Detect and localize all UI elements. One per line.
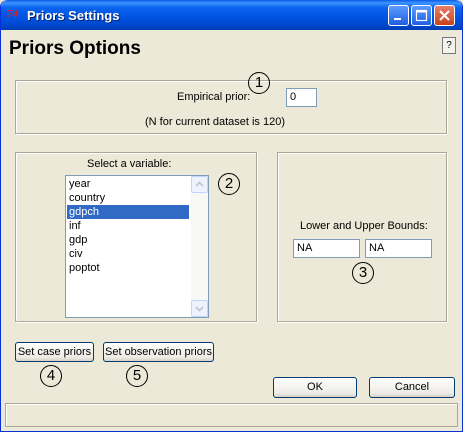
chevron-up-icon (195, 181, 204, 187)
upper-bound-input[interactable]: NA (365, 239, 432, 258)
close-icon (439, 10, 450, 21)
scroll-down-button[interactable] (191, 300, 208, 317)
list-item-selected[interactable]: gdpch (67, 205, 189, 219)
listbox-scrollbar[interactable] (191, 176, 208, 317)
callout-2: 2 (218, 173, 240, 195)
status-bar (5, 403, 458, 427)
bounds-group (277, 152, 447, 322)
empirical-prior-label: Empirical prior: (177, 91, 251, 103)
close-button[interactable] (434, 5, 455, 26)
variable-listbox[interactable]: year country gdpch inf gdp civ poptot (65, 175, 209, 318)
scroll-up-button[interactable] (191, 176, 208, 193)
window-title: Priors Settings (27, 8, 120, 23)
chevron-down-icon (195, 306, 204, 312)
minimize-icon (394, 18, 401, 20)
dataset-size-note: (N for current dataset is 120) (145, 116, 286, 128)
title-bar[interactable]: 74 Priors Settings (1, 0, 462, 30)
bounds-label: Lower and Upper Bounds: (300, 220, 428, 232)
list-item[interactable]: country (67, 191, 189, 205)
callout-5: 5 (126, 365, 148, 387)
callout-3: 3 (352, 262, 374, 284)
minimize-button[interactable] (388, 5, 409, 26)
callout-4: 4 (40, 365, 62, 387)
app-icon: 74 (7, 8, 18, 20)
lower-bound-input[interactable]: NA (293, 239, 360, 258)
select-variable-label: Select a variable: (87, 158, 172, 170)
set-observation-priors-button[interactable]: Set observation priors (103, 342, 214, 362)
list-item[interactable]: inf (67, 219, 189, 233)
list-item[interactable]: year (67, 177, 189, 191)
list-item[interactable]: gdp (67, 233, 189, 247)
ok-button[interactable]: OK (273, 377, 357, 398)
cancel-button[interactable]: Cancel (369, 377, 455, 398)
list-item[interactable]: civ (67, 247, 189, 261)
help-button[interactable]: ? (442, 37, 456, 54)
maximize-button[interactable] (411, 5, 432, 26)
callout-1: 1 (248, 72, 270, 94)
set-case-priors-button[interactable]: Set case priors (15, 342, 94, 362)
page-title: Priors Options (9, 38, 141, 59)
list-item[interactable]: poptot (67, 261, 189, 275)
priors-settings-window: 74 Priors Settings Priors Options ? Empi… (0, 0, 463, 432)
empirical-prior-input[interactable]: 0 (286, 88, 317, 107)
maximize-icon (415, 9, 428, 22)
